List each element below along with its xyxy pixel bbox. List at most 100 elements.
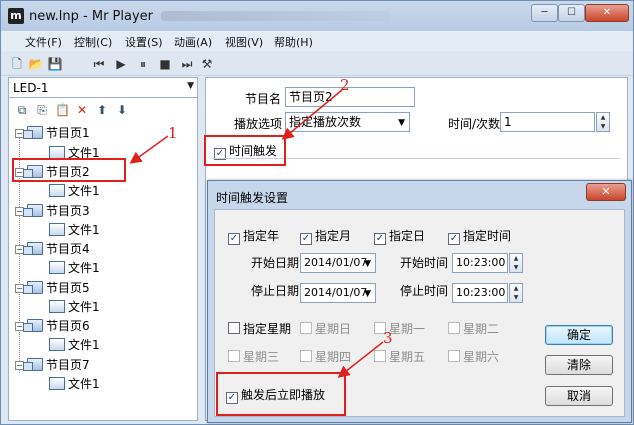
annotation-label-3: 3 [383, 329, 393, 347]
start-date-picker[interactable]: 2014/01/07 ▼ [300, 253, 376, 273]
stop-date-label: 停止日期 [251, 284, 300, 298]
weekday-monday-checkbox[interactable]: 星期一 [374, 320, 425, 337]
weekday-saturday-checkbox[interactable]: 星期六 [448, 348, 499, 365]
play-icon[interactable]: ▶ [113, 56, 129, 72]
checkbox-checked-icon: ✓ [448, 233, 460, 245]
checkbox-disabled-icon [448, 350, 460, 362]
blurred-title-region [161, 11, 391, 21]
weekday-sunday-checkbox[interactable]: 星期日 [300, 320, 351, 337]
paste-icon[interactable]: 📋 [55, 103, 70, 117]
specify-weekday-checkbox[interactable]: 指定星期 [228, 320, 291, 337]
stop-time-input[interactable]: 10:23:00 [452, 283, 508, 303]
start-time-label: 开始时间 [400, 256, 449, 270]
play-option-select[interactable]: 指定播放次数 ▼ [285, 112, 410, 132]
tree-page-4[interactable]: 节目页4 [23, 241, 90, 257]
checkbox-checked-icon: ✓ [374, 233, 386, 245]
chevron-down-icon: ▼ [364, 289, 371, 299]
forward-icon[interactable]: ⏭ [179, 56, 195, 72]
start-time-spinner[interactable]: ▲ ▼ [509, 253, 523, 273]
add-page-icon[interactable]: ⧉ [15, 103, 29, 117]
cancel-button[interactable]: 取消 [545, 386, 613, 406]
times-input[interactable]: 1 [500, 112, 595, 132]
dialog-close-button[interactable]: ✕ [586, 183, 626, 201]
stop-icon[interactable]: ■ [157, 56, 173, 72]
menu-animation[interactable]: 动画(A) [174, 34, 212, 50]
chevron-down-icon: ▼ [398, 118, 405, 128]
annotation-label-2: 2 [340, 76, 350, 94]
led-select[interactable]: LED-1 ▼ [9, 78, 197, 98]
open-folder-icon[interactable]: 📂 [28, 56, 44, 72]
window-title: new.lnp - Mr Player [29, 9, 154, 24]
specify-day-checkbox[interactable]: ✓ 指定日 [374, 227, 425, 245]
pause-icon[interactable]: ⏸ [135, 56, 151, 72]
tree-page-3[interactable]: 节目页3 [23, 203, 90, 219]
close-button[interactable]: ✕ [585, 4, 629, 22]
settings-tool-icon[interactable]: ⚒ [199, 56, 215, 72]
tree-file-6[interactable]: 文件1 [49, 337, 100, 353]
checkbox-unchecked-icon [228, 322, 240, 334]
file-icon [49, 377, 65, 390]
new-file-icon[interactable]: 🗋 [9, 56, 25, 72]
specify-month-checkbox[interactable]: ✓ 指定月 [300, 227, 351, 245]
copy-icon[interactable]: ⎘ [35, 103, 49, 117]
move-up-icon[interactable]: ⬆ [95, 103, 109, 117]
minimize-button[interactable]: ─ [531, 4, 558, 22]
app-icon: m [8, 8, 24, 24]
annotation-label-1: 1 [168, 124, 178, 142]
annotation-box-1 [12, 158, 126, 182]
page-icon [23, 358, 43, 371]
clear-button[interactable]: 清除 [545, 355, 613, 375]
tree-page-5[interactable]: 节目页5 [23, 280, 90, 296]
play-option-value: 指定播放次数 [289, 115, 362, 129]
file-icon [49, 300, 65, 313]
stop-date-picker[interactable]: 2014/01/07 ▼ [300, 283, 376, 303]
program-name-input[interactable]: 节目页2 [285, 87, 415, 107]
title-bar: m new.lnp - Mr Player ─ ☐ ✕ [1, 1, 633, 31]
specify-time-checkbox[interactable]: ✓ 指定时间 [448, 227, 511, 245]
menu-control[interactable]: 控制(C) [74, 34, 112, 50]
weekday-wednesday-checkbox[interactable]: 星期三 [228, 348, 279, 365]
dialog-title: 时间触发设置 [216, 191, 289, 205]
stop-time-spinner[interactable]: ▲ ▼ [509, 283, 523, 303]
menu-bar: 文件(F) 控制(C) 设置(S) 动画(A) 视图(V) 帮助(H) [1, 31, 633, 51]
page-icon [23, 126, 43, 139]
delete-icon[interactable]: ✕ [75, 103, 89, 117]
move-down-icon[interactable]: ⬇ [115, 103, 129, 117]
file-icon [49, 184, 65, 197]
menu-view[interactable]: 视图(V) [225, 34, 263, 50]
checkbox-disabled-icon [300, 322, 312, 334]
tree-page-1[interactable]: 节目页1 [23, 125, 90, 141]
menu-file[interactable]: 文件(F) [25, 34, 62, 50]
menu-help[interactable]: 帮助(H) [274, 34, 313, 50]
tree-page-6[interactable]: 节目页6 [23, 318, 90, 334]
checkbox-disabled-icon [374, 350, 386, 362]
file-icon [49, 223, 65, 236]
tree-file-4[interactable]: 文件1 [49, 260, 100, 276]
start-time-input[interactable]: 10:23:00 [452, 253, 508, 273]
file-icon [49, 338, 65, 351]
ok-button[interactable]: 确定 [545, 325, 613, 345]
led-select-value: LED-1 [13, 81, 49, 95]
weekday-tuesday-checkbox[interactable]: 星期二 [448, 320, 499, 337]
tree-file-7[interactable]: 文件1 [49, 376, 100, 392]
annotation-box-3 [216, 372, 346, 416]
toolbar: 🗋 📂 💾 ⏮ ▶ ⏸ ■ ⏭ ⚒ [1, 52, 633, 76]
program-name-label: 节目名 [245, 92, 282, 106]
start-date-label: 开始日期 [251, 256, 300, 270]
menu-settings[interactable]: 设置(S) [125, 34, 163, 50]
times-label: 时间/次数 [448, 117, 501, 131]
checkbox-disabled-icon [448, 322, 460, 334]
weekday-thursday-checkbox[interactable]: 星期四 [300, 348, 351, 365]
tree-page-7[interactable]: 节目页7 [23, 357, 90, 373]
times-spinner[interactable]: ▲ ▼ [596, 112, 610, 132]
tree-file-3[interactable]: 文件1 [49, 222, 100, 238]
specify-year-checkbox[interactable]: ✓ 指定年 [228, 227, 279, 245]
checkbox-checked-icon: ✓ [300, 233, 312, 245]
save-icon[interactable]: 💾 [47, 56, 63, 72]
rewind-icon[interactable]: ⏮ [91, 56, 107, 72]
checkbox-checked-icon: ✓ [228, 233, 240, 245]
tree-file-5[interactable]: 文件1 [49, 299, 100, 315]
weekday-friday-checkbox[interactable]: 星期五 [374, 348, 425, 365]
tree-file-2[interactable]: 文件1 [49, 183, 100, 199]
maximize-button[interactable]: ☐ [558, 4, 585, 22]
